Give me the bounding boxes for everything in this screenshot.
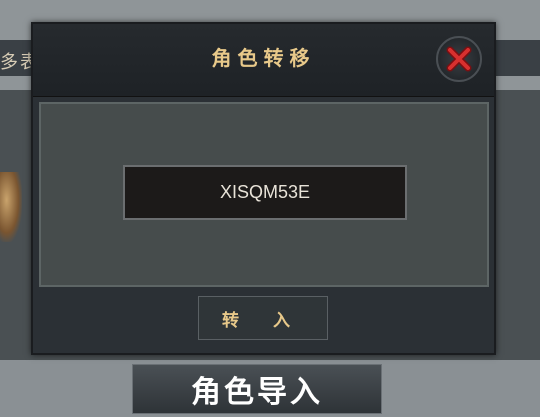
dialog-content-panel: XISQM53E: [39, 102, 489, 287]
close-icon: [446, 46, 472, 72]
character-figure: [0, 172, 22, 242]
transfer-code-field[interactable]: XISQM53E: [123, 165, 407, 220]
close-button[interactable]: [436, 36, 482, 82]
role-transfer-dialog: 角色转移 XISQM53E 转 入: [31, 22, 496, 355]
dialog-title-bar: 角色转移: [33, 24, 494, 97]
dialog-title: 角色转移: [211, 46, 316, 70]
transfer-in-button[interactable]: 转 入: [198, 296, 328, 340]
role-import-button[interactable]: 角色导入: [132, 364, 382, 414]
